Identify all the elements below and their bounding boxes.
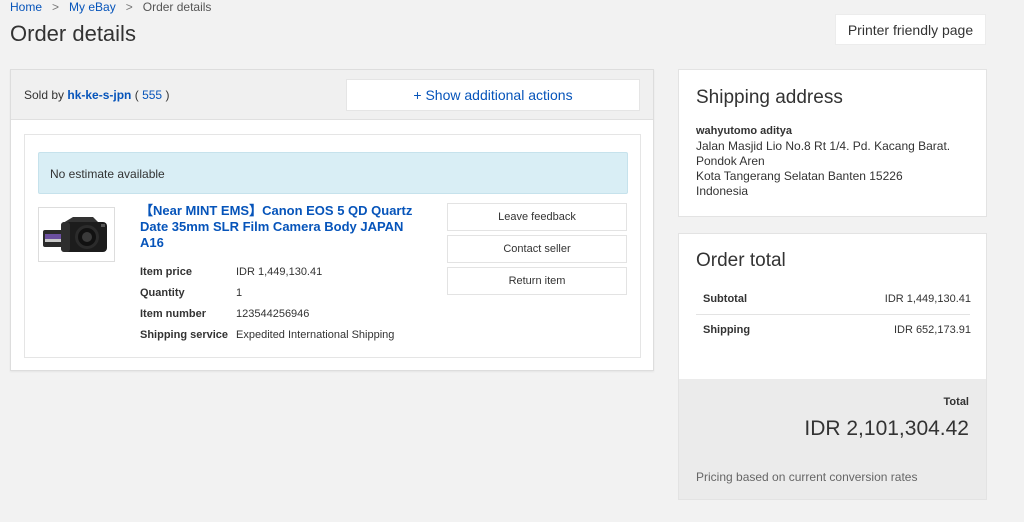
breadcrumb-my-ebay-link[interactable]: My eBay [69,0,116,14]
feedback-open-paren: ( [134,88,139,102]
subtotal-label: Subtotal [703,293,747,305]
item-details: Item price IDR 1,449,130.41 Quantity 1 I… [140,261,394,345]
sold-by-label: Sold by [24,88,65,102]
total-value: IDR 2,101,304.42 [804,417,969,440]
conversion-note: Pricing based on current conversion rate… [696,470,918,484]
order-total-card: Order total Subtotal IDR 1,449,130.41 Sh… [678,233,987,500]
printer-friendly-button[interactable]: Printer friendly page [835,14,986,45]
shipping-address-card: Shipping address wahyutomo aditya Jalan … [678,69,987,217]
total-section: Total IDR 2,101,304.42 Pricing based on … [679,379,986,499]
shipping-cost-row: Shipping IDR 652,173.91 [703,324,971,336]
breadcrumb-separator: > [52,0,60,14]
item-box: No estimate available 【Near MINT EMS】Can… [24,134,641,358]
address-line: Jalan Masjid Lio No.8 Rt 1/4. Pd. Kacang… [696,139,951,153]
camera-image-icon [39,208,114,261]
shipping-cost-value: IDR 652,173.91 [893,324,971,336]
item-price-value: IDR 1,449,130.41 [236,265,323,278]
subtotal-value: IDR 1,449,130.41 [884,293,971,305]
leave-feedback-button[interactable]: Leave feedback [447,203,627,231]
contact-seller-button[interactable]: Contact seller [447,235,627,263]
shipping-service-row: Shipping service Expedited International… [140,324,394,345]
order-card: Sold by hk-ke-s-jpn ( 555 ) + Show addit… [10,69,654,371]
shipping-service-label: Shipping service [140,328,229,341]
shipping-address-heading: Shipping address [696,87,843,108]
feedback-score-link[interactable]: 555 [142,88,162,102]
shipping-service-value: Expedited International Shipping [236,328,395,341]
quantity-label: Quantity [140,286,185,299]
breadcrumb: Home > My eBay > Order details [10,0,211,14]
feedback-close-paren: ) [165,88,170,102]
item-thumbnail[interactable] [38,207,115,262]
page-title: Order details [10,21,136,46]
shipping-address: wahyutomo aditya Jalan Masjid Lio No.8 R… [696,124,950,199]
show-additional-actions-button[interactable]: + Show additional actions [346,79,640,111]
seller-link[interactable]: hk-ke-s-jpn [67,88,131,102]
sold-by: Sold by hk-ke-s-jpn ( 555 ) [24,88,169,102]
item-price-row: Item price IDR 1,449,130.41 [140,261,394,282]
shipping-cost-label: Shipping [703,324,751,336]
breadcrumb-home-link[interactable]: Home [10,0,42,14]
item-price-label: Item price [140,265,192,278]
total-label: Total [943,396,969,408]
item-number-value: 123544256946 [236,307,310,320]
summary-divider [696,314,970,315]
breadcrumb-separator: > [125,0,133,14]
recipient-name: wahyutomo aditya [696,125,792,137]
item-number-row: Item number 123544256946 [140,303,394,324]
address-line: Pondok Aren [696,154,765,168]
quantity-row: Quantity 1 [140,282,394,303]
quantity-value: 1 [236,286,243,299]
address-line: Indonesia [696,184,749,198]
order-card-header: Sold by hk-ke-s-jpn ( 555 ) + Show addit… [11,70,653,120]
item-number-label: Item number [140,307,207,320]
order-total-heading: Order total [696,250,786,271]
address-line: Kota Tangerang Selatan Banten 15226 [696,169,903,183]
breadcrumb-current: Order details [142,0,212,14]
item-title-link[interactable]: 【Near MINT EMS】Canon EOS 5 QD Quartz Dat… [140,203,430,251]
subtotal-row: Subtotal IDR 1,449,130.41 [703,293,971,305]
delivery-estimate-banner: No estimate available [38,152,628,194]
return-item-button[interactable]: Return item [447,267,627,295]
